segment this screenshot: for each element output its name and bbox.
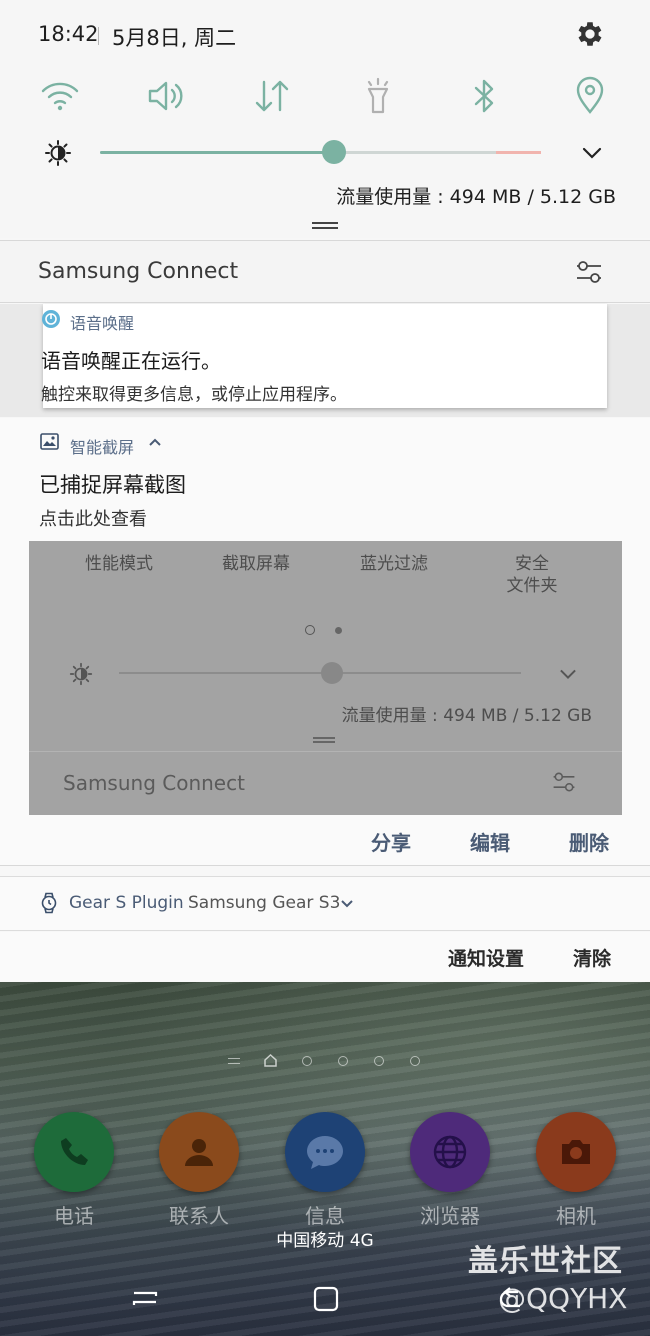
notification-footer <box>0 932 650 982</box>
preview-tile-label: 性能模式 <box>85 554 153 574</box>
status-time: 18:42 <box>38 22 99 46</box>
preview-brightness-icon <box>69 662 93 686</box>
preview-tile-label: 安全 文件夹 <box>506 554 558 596</box>
preview-divider <box>29 751 622 752</box>
settings-gear-icon[interactable] <box>574 18 606 50</box>
camera-app[interactable] <box>536 1112 616 1192</box>
watermark-text: 盖乐世社区 <box>468 1244 623 1279</box>
preview-drag-handle <box>313 737 335 743</box>
edit-button[interactable]: 编辑 <box>470 827 510 856</box>
recent-apps-icon[interactable] <box>130 1284 160 1314</box>
preview-chevron-down-icon <box>560 669 576 679</box>
brightness-fill <box>100 151 334 154</box>
watch-icon <box>41 892 57 914</box>
notification-settings-button[interactable]: 通知设置 <box>448 944 524 971</box>
preview-data-usage: 流量使用量 : 494 MB / 5.12 GB <box>341 706 592 726</box>
voice-subtitle: 触控来取得更多信息，或停止应用程序。 <box>41 385 347 405</box>
preview-brightness-thumb <box>321 662 344 684</box>
home-button-icon[interactable] <box>311 1284 341 1314</box>
bluetooth-icon[interactable] <box>464 76 504 116</box>
gear-app-name: Gear S Plugin <box>69 893 184 913</box>
brightness-warning-zone <box>496 151 541 154</box>
preview-tile-label: 蓝光过滤 <box>360 554 428 574</box>
drag-handle[interactable] <box>312 222 338 229</box>
status-separator <box>98 27 99 45</box>
screenshot-title: 已捕捉屏幕截图 <box>39 473 186 497</box>
preview-samsung-connect: Samsung Connect <box>63 771 245 795</box>
screenshot-subtitle: 点击此处查看 <box>39 509 147 530</box>
image-icon <box>40 433 59 450</box>
preview-brightness-track <box>119 672 521 674</box>
home-screen: 电话 联系人 信息 浏览器 相机 中国移动 4G 盖乐世社区 @QQYHX <box>0 982 650 1336</box>
data-usage-text: 流量使用量 : 494 MB / 5.12 GB <box>336 186 616 208</box>
browser-app[interactable] <box>410 1112 490 1192</box>
camera-icon <box>562 1140 590 1164</box>
volume-icon[interactable] <box>146 76 186 116</box>
delete-button[interactable]: 删除 <box>569 827 609 856</box>
dock-app-label: 信息 <box>305 1204 345 1228</box>
phone-icon <box>61 1138 88 1165</box>
samsung-connect-title: Samsung Connect <box>38 259 239 284</box>
preview-tile-label: 截取屏幕 <box>222 554 290 574</box>
screenshot-preview[interactable]: 性能模式 截取屏幕 蓝光过滤 安全 文件夹 流量使用量 : 494 MB / 5… <box>29 541 622 815</box>
back-icon[interactable] <box>496 1284 526 1314</box>
flashlight-icon[interactable] <box>358 76 398 116</box>
voice-app-name: 语音唤醒 <box>70 314 135 333</box>
dock-app-label: 电话 <box>54 1204 94 1228</box>
chevron-down-icon[interactable] <box>340 898 354 910</box>
connect-settings-icon[interactable] <box>574 257 604 287</box>
message-icon <box>307 1136 343 1169</box>
page-indicator-dot <box>302 1056 312 1066</box>
page-indicator-dot <box>374 1056 384 1066</box>
globe-icon <box>433 1135 467 1169</box>
data-arrows-icon[interactable] <box>252 76 292 116</box>
chevron-down-icon[interactable] <box>580 144 604 162</box>
location-pin-icon[interactable] <box>570 76 610 116</box>
wifi-icon[interactable] <box>40 76 80 116</box>
preview-page-dot <box>305 625 315 635</box>
status-date: 5月8日, 周二 <box>112 26 237 50</box>
page-indicator-dot <box>338 1056 348 1066</box>
dock-app-label: 相机 <box>556 1204 596 1228</box>
messages-app[interactable] <box>285 1112 365 1192</box>
brightness-icon <box>45 140 71 166</box>
screenshot-app-name: 智能截屏 <box>70 438 135 457</box>
brightness-slider[interactable] <box>100 140 541 164</box>
preview-page-dot <box>335 627 342 634</box>
home-page-icon <box>264 1054 277 1067</box>
clear-button[interactable]: 清除 <box>573 944 611 971</box>
phone-app[interactable] <box>34 1112 114 1192</box>
share-button[interactable]: 分享 <box>371 827 411 856</box>
dock-app-label: 联系人 <box>169 1204 229 1228</box>
apps-menu-indicator <box>228 1058 240 1064</box>
contact-icon <box>185 1139 213 1166</box>
chevron-up-icon[interactable] <box>148 436 162 448</box>
voice-assistant-icon <box>42 310 60 328</box>
dock-app-label: 浏览器 <box>420 1204 480 1228</box>
gear-device-name: Samsung Gear S3 <box>188 893 341 913</box>
preview-connect-settings-icon <box>553 772 575 792</box>
page-indicator-dot <box>410 1056 420 1066</box>
voice-title: 语音唤醒正在运行。 <box>41 349 221 373</box>
contacts-app[interactable] <box>159 1112 239 1192</box>
brightness-thumb[interactable] <box>321 140 346 164</box>
